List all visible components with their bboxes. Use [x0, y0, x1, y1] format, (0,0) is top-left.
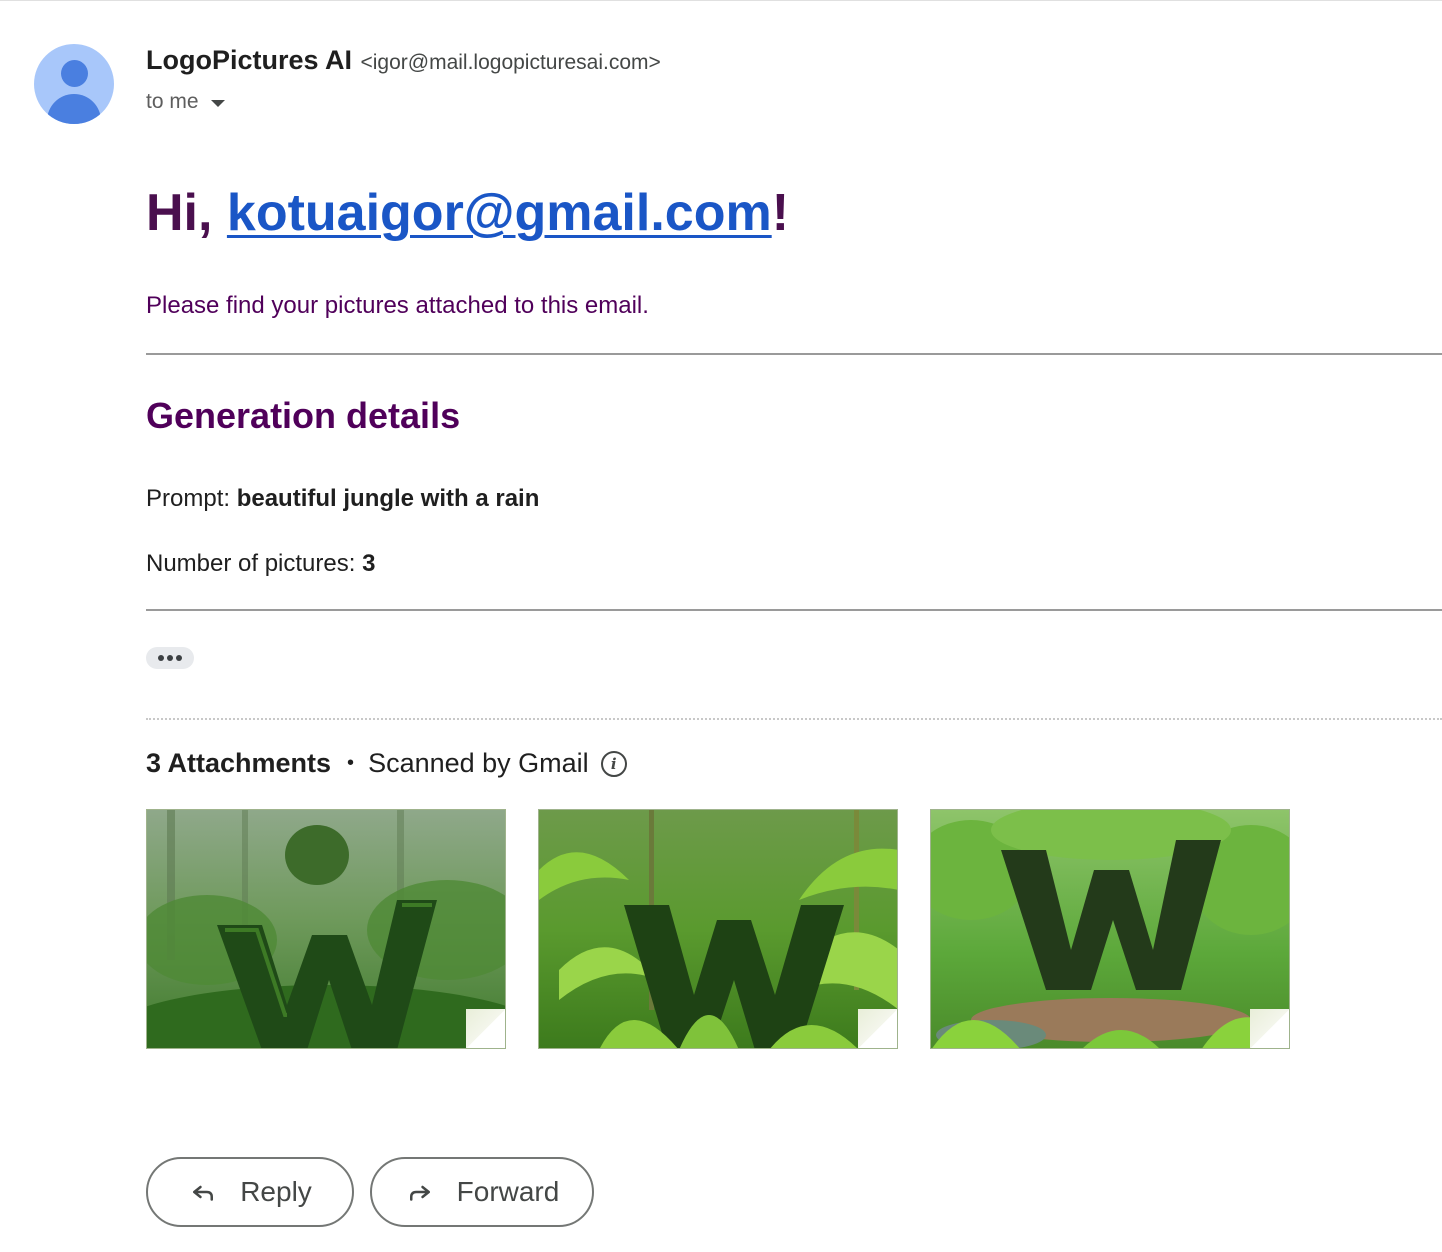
- more-dot-icon: [158, 655, 164, 661]
- sender-email: <igor@mail.logopicturesai.com>: [360, 51, 661, 74]
- forward-icon: [409, 1185, 430, 1201]
- attachments-divider: [146, 718, 1442, 720]
- reply-button[interactable]: Reply: [146, 1157, 354, 1227]
- page-fold-icon: [466, 1009, 505, 1048]
- forward-label: Forward: [456, 1176, 560, 1207]
- count-detail: Number of pictures: 3: [146, 550, 375, 578]
- chevron-down-icon[interactable]: [210, 99, 225, 107]
- attachments-header: 3 Attachments • Scanned by Gmail i: [146, 748, 627, 779]
- forward-button[interactable]: Forward: [370, 1157, 594, 1227]
- greeting-suffix: !: [771, 184, 790, 242]
- greeting-heading: Hi, kotuaigor@gmail.com!: [146, 183, 789, 243]
- divider: [146, 609, 1442, 611]
- avatar-head: [61, 60, 88, 87]
- prompt-label: Prompt:: [146, 485, 237, 512]
- jungle-image-icon: [931, 810, 1289, 1048]
- jungle-image-icon: [147, 810, 505, 1048]
- attachments-count: 3 Attachments: [146, 748, 332, 778]
- page-fold-icon: [858, 1009, 897, 1048]
- show-trimmed-content-button[interactable]: [146, 647, 194, 669]
- recipients-toggle[interactable]: to me: [146, 90, 225, 114]
- more-dot-icon: [176, 655, 182, 661]
- reply-label: Reply: [240, 1176, 312, 1207]
- attachment-thumbnail[interactable]: [538, 809, 898, 1049]
- scanned-label: Scanned by Gmail: [368, 748, 589, 778]
- prompt-detail: Prompt: beautiful jungle with a rain: [146, 485, 539, 513]
- reply-icon: [193, 1185, 214, 1201]
- section-title: Generation details: [146, 395, 461, 436]
- recipients-label: to me: [146, 90, 199, 113]
- page-fold-icon: [1250, 1009, 1289, 1048]
- info-icon[interactable]: i: [600, 750, 627, 777]
- count-label: Number of pictures:: [146, 550, 363, 577]
- attachment-thumbnail[interactable]: [930, 809, 1290, 1049]
- sender-avatar[interactable]: [34, 44, 114, 124]
- attachments-separator: •: [347, 752, 355, 774]
- greeting-email-link[interactable]: kotuaigor@gmail.com: [227, 184, 772, 242]
- divider: [146, 353, 1442, 355]
- count-value: 3: [362, 550, 376, 577]
- avatar-body: [47, 94, 101, 124]
- sender-line: LogoPictures AI <igor@mail.logopicturesa…: [146, 45, 661, 76]
- attachment-thumbnail[interactable]: [146, 809, 506, 1049]
- prompt-value: beautiful jungle with a rain: [236, 485, 540, 512]
- more-dot-icon: [167, 655, 173, 661]
- intro-text: Please find your pictures attached to th…: [146, 292, 649, 319]
- greeting-prefix: Hi,: [146, 184, 227, 242]
- jungle-image-icon: [539, 810, 897, 1048]
- sender-name[interactable]: LogoPictures AI: [146, 45, 352, 75]
